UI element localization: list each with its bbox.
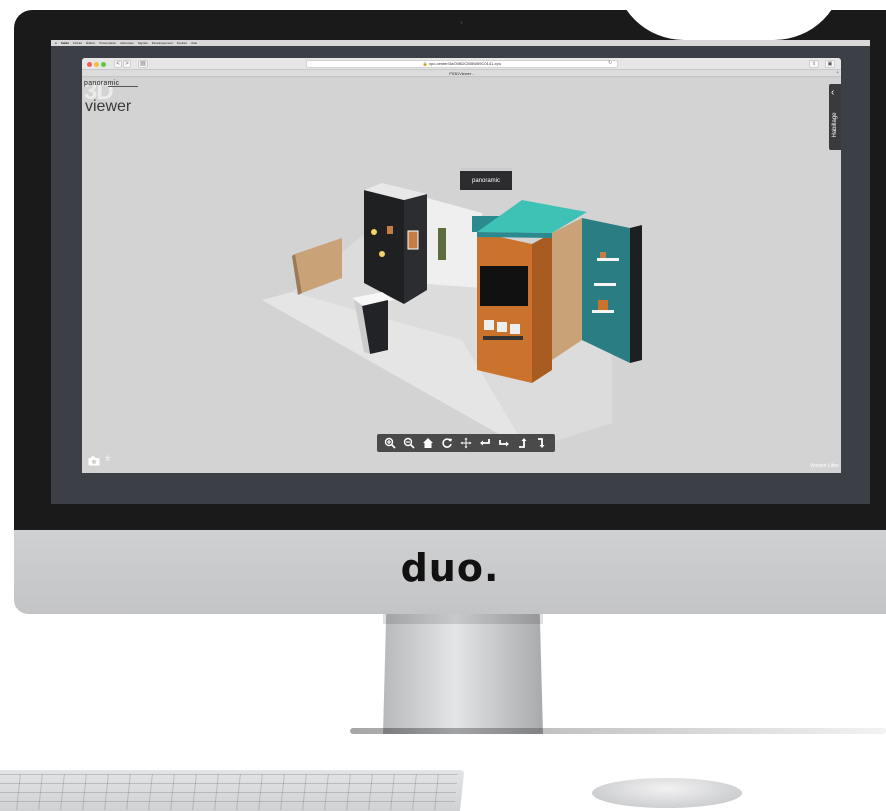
minimize-window-button[interactable] bbox=[94, 62, 99, 67]
lamp-3 bbox=[387, 226, 393, 234]
menu-item-developpement[interactable]: Développement bbox=[152, 40, 173, 46]
tab-bar: P53DViewer - + bbox=[82, 70, 841, 77]
teal-wall-right bbox=[582, 218, 630, 363]
menu-item-safari[interactable]: Safari bbox=[61, 40, 69, 46]
camera-icon[interactable] bbox=[88, 456, 100, 466]
wall-picture bbox=[407, 230, 419, 250]
brochure-1 bbox=[484, 320, 494, 330]
brand-logo: duo. bbox=[400, 546, 500, 590]
back-wall bbox=[427, 198, 482, 288]
wood-wall-middle bbox=[552, 218, 582, 360]
tab-title[interactable]: P53DViewer - bbox=[449, 71, 474, 76]
menu-item-aide[interactable]: Aide bbox=[191, 40, 197, 46]
stand-shadow bbox=[383, 614, 543, 624]
orange-tower-side bbox=[532, 233, 552, 383]
viewer-controls bbox=[377, 434, 555, 452]
monitor-stand bbox=[383, 614, 543, 734]
forward-button[interactable]: > bbox=[123, 60, 131, 68]
back-button[interactable]: < bbox=[114, 60, 122, 68]
zoom-out-icon[interactable] bbox=[401, 435, 417, 451]
menu-item-fenetre[interactable]: Fenêtre bbox=[177, 40, 187, 46]
move-icon[interactable] bbox=[458, 435, 474, 451]
language-selector[interactable]: fr bbox=[106, 456, 110, 463]
address-url: xpo.center/3d/00BDCB0B059C0141-xpo bbox=[429, 61, 502, 66]
plant bbox=[438, 228, 446, 260]
tilt-down-icon[interactable] bbox=[534, 435, 550, 451]
keyboard bbox=[0, 770, 465, 811]
mac-menubar: ● Safari Fichier Édition Présentation Hi… bbox=[51, 40, 870, 46]
stand-base-shadow bbox=[350, 728, 886, 734]
browser-toolbar: < > ▤ 🔒 xpo.center/3d/00BDCB0B059C0141-x… bbox=[82, 58, 841, 70]
apple-icon[interactable]: ● bbox=[55, 40, 57, 46]
orange-tower-front bbox=[477, 232, 532, 383]
monitor-chin: duo. bbox=[14, 530, 886, 614]
lamp-2 bbox=[379, 251, 385, 257]
zoom-window-button[interactable] bbox=[101, 62, 106, 67]
sidebar-toggle-icon[interactable]: ▤ bbox=[138, 60, 148, 68]
bezel-cutout bbox=[614, 0, 844, 40]
3d-viewer-canvas[interactable]: 3D panoramic viewer panoramic ‹ Habillag… bbox=[82, 78, 841, 473]
share-icon[interactable]: ⇧ bbox=[809, 60, 819, 68]
menu-item-edition[interactable]: Édition bbox=[86, 40, 95, 46]
rotate-icon[interactable] bbox=[439, 435, 455, 451]
habillage-panel-tab[interactable]: ‹ Habillage bbox=[829, 84, 841, 150]
reload-icon[interactable]: ↻ bbox=[608, 60, 612, 66]
version-label: Version Libre bbox=[809, 463, 839, 469]
address-bar[interactable]: 🔒 xpo.center/3d/00BDCB0B059C0141-xpo bbox=[306, 60, 618, 68]
tabs-overview-icon[interactable]: ▣ bbox=[825, 60, 835, 68]
shelf-3 bbox=[592, 310, 614, 313]
shelf-2 bbox=[594, 283, 616, 286]
monitor-screen: ● Safari Fichier Édition Présentation Hi… bbox=[51, 40, 870, 504]
brochure-2 bbox=[497, 322, 507, 332]
habillage-label: Habillage bbox=[832, 112, 838, 138]
menu-item-historique[interactable]: Historique bbox=[120, 40, 134, 46]
zoom-in-icon[interactable] bbox=[382, 435, 398, 451]
close-window-button[interactable] bbox=[87, 62, 92, 67]
shelf-1 bbox=[597, 258, 619, 261]
brochure-3 bbox=[510, 324, 520, 334]
lamp-1 bbox=[371, 229, 377, 235]
browser-window: < > ▤ 🔒 xpo.center/3d/00BDCB0B059C0141-x… bbox=[82, 58, 841, 473]
menu-item-fichier[interactable]: Fichier bbox=[73, 40, 82, 46]
booth-3d-scene[interactable]: panoramic bbox=[82, 78, 841, 473]
tv-screen bbox=[480, 266, 528, 306]
turn-left-icon[interactable] bbox=[477, 435, 493, 451]
new-tab-icon[interactable]: + bbox=[836, 70, 839, 77]
home-icon[interactable] bbox=[420, 435, 436, 451]
webcam-icon bbox=[460, 21, 463, 24]
menu-item-presentation[interactable]: Présentation bbox=[99, 40, 116, 46]
magic-mouse bbox=[592, 778, 742, 808]
keyboard-keys bbox=[0, 774, 458, 810]
menu-item-signets[interactable]: Signets bbox=[138, 40, 148, 46]
tilt-up-icon[interactable] bbox=[515, 435, 531, 451]
overhead-sign-text: panoramic bbox=[472, 178, 500, 184]
imac-mockup: ● Safari Fichier Édition Présentation Hi… bbox=[0, 0, 886, 811]
turn-right-icon[interactable] bbox=[496, 435, 512, 451]
